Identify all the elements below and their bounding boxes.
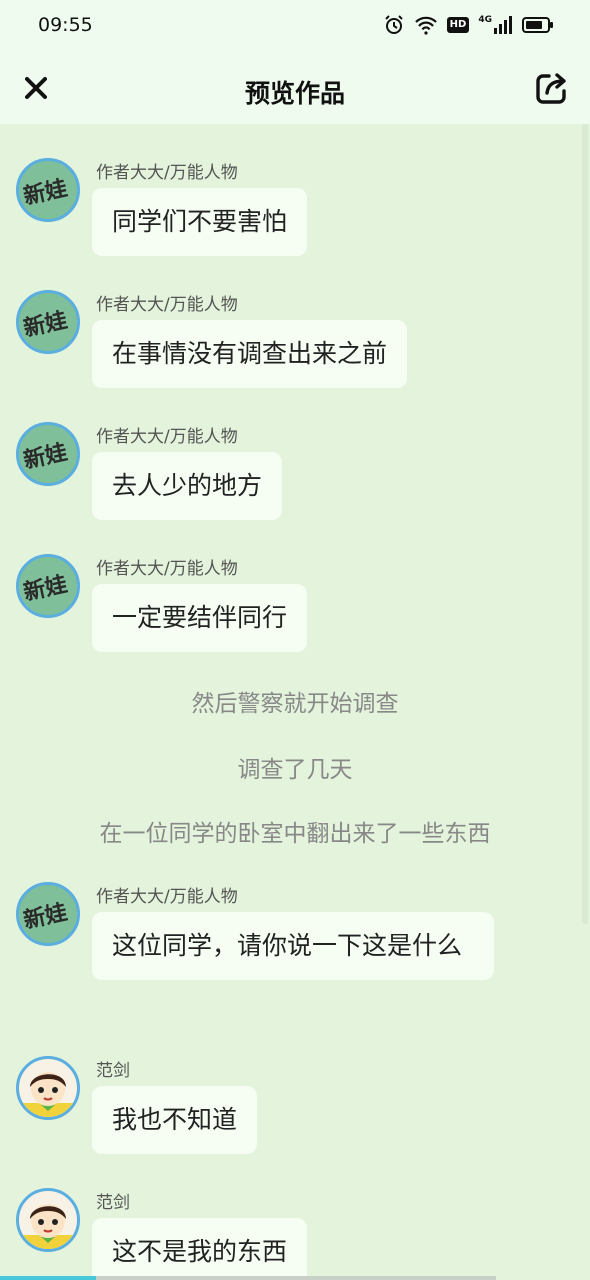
avatar-image: 新娃 — [21, 899, 69, 934]
progress-segment — [96, 1276, 496, 1280]
avatar[interactable]: 新娃 — [16, 290, 80, 354]
avatar-image: 新娃 — [21, 307, 69, 342]
battery-icon — [522, 16, 554, 34]
chat-preview: 新娃 作者大大/万能人物 同学们不要害怕 新娃 作者大大/万能人物 在事情没有调… — [0, 124, 590, 1276]
message-bubble[interactable]: 在事情没有调查出来之前 — [92, 320, 408, 388]
avatar[interactable]: 新娃 — [16, 158, 80, 222]
sender-name: 作者大大/万能人物 — [96, 163, 238, 183]
progress-segment — [496, 1276, 590, 1280]
message-bubble[interactable]: 去人少的地方 — [92, 452, 283, 520]
status-icons: HD 4G — [383, 14, 554, 36]
network-type-label: 4G — [478, 15, 492, 25]
sender-name: 作者大大/万能人物 — [96, 559, 238, 579]
avatar[interactable]: 新娃 — [16, 882, 80, 946]
avatar-text: 新娃 — [21, 307, 69, 342]
avatar-text: 新娃 — [21, 571, 69, 606]
signal-icon: 4G — [478, 15, 513, 35]
progress-segment-active — [0, 1276, 96, 1280]
avatar-text: 新娃 — [21, 175, 69, 210]
message-bubble[interactable]: 一定要结伴同行 — [92, 584, 308, 652]
avatar-text: 新娃 — [21, 439, 69, 474]
message-bubble[interactable]: 我也不知道 — [92, 1086, 258, 1154]
sender-name: 作者大大/万能人物 — [96, 427, 238, 447]
message-bubble[interactable]: 同学们不要害怕 — [92, 188, 308, 256]
status-time: 09:55 — [38, 14, 93, 36]
status-bar: 09:55 HD 4G — [0, 0, 590, 54]
sender-name: 作者大大/万能人物 — [96, 295, 238, 315]
message-bubble[interactable]: 这不是我的东西 — [92, 1218, 308, 1276]
share-button[interactable] — [532, 68, 572, 108]
narration-text: 然后警察就开始调查 — [191, 691, 399, 717]
page-title: 预览作品 — [244, 79, 345, 108]
boy-avatar-image — [19, 1072, 77, 1117]
share-icon — [536, 73, 566, 104]
bottom-progress-bar — [0, 1276, 590, 1280]
wifi-icon — [414, 15, 438, 35]
sender-name: 范剑 — [96, 1061, 130, 1081]
avatar[interactable] — [16, 1188, 80, 1252]
avatar[interactable] — [16, 1056, 80, 1120]
avatar-image: 新娃 — [21, 439, 69, 474]
avatar-text: 新娃 — [21, 899, 69, 934]
sender-name: 范剑 — [96, 1193, 130, 1213]
sender-name: 作者大大/万能人物 — [96, 887, 238, 907]
avatar-image: 新娃 — [21, 175, 69, 210]
alarm-icon — [383, 14, 405, 36]
narration-text: 调查了几天 — [237, 757, 353, 783]
boy-avatar-image — [19, 1204, 77, 1249]
avatar[interactable]: 新娃 — [16, 422, 80, 486]
avatar-image: 新娃 — [21, 571, 69, 606]
hd-badge: HD — [446, 17, 470, 33]
narration-text: 在一位同学的卧室中翻出来了一些东西 — [99, 821, 491, 847]
avatar[interactable]: 新娃 — [16, 554, 80, 618]
top-bar: 预览作品 — [0, 54, 590, 124]
message-bubble[interactable]: 这位同学，请你说一下这是什么 — [92, 912, 494, 980]
